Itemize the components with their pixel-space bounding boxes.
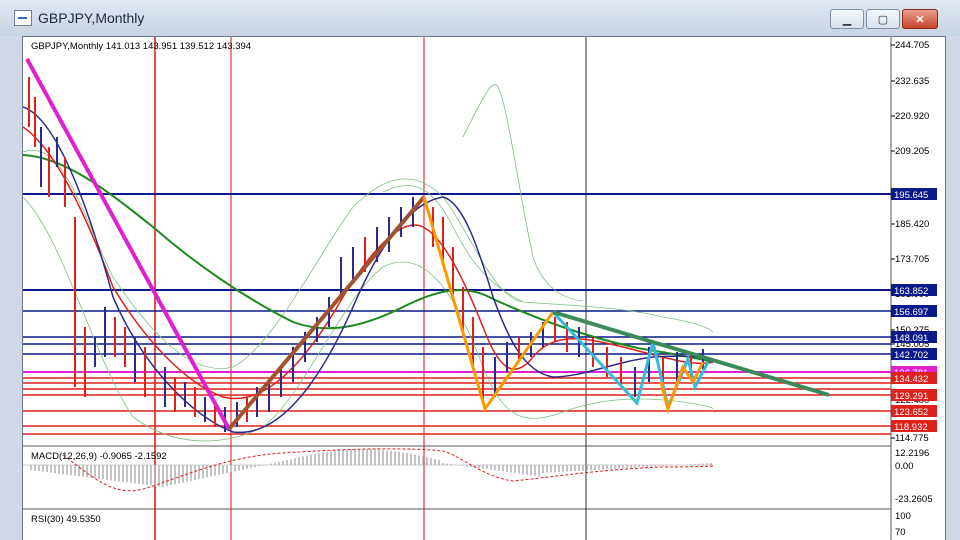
trendline-magenta bbox=[25, 58, 231, 430]
trendline-cyan bbox=[551, 310, 710, 412]
price-level-tag: 142.702 bbox=[894, 350, 928, 361]
window-title: GBPJPY,Monthly bbox=[38, 10, 145, 26]
price-axis-tick: 185.420 bbox=[895, 219, 929, 230]
price-level-tag: 163.852 bbox=[894, 286, 928, 297]
price-axis-tick: 209.205 bbox=[895, 146, 929, 157]
price-axis-tick: 220.920 bbox=[895, 111, 929, 122]
macd-axis-tick: -23.2605 bbox=[895, 494, 933, 505]
price-level-tag: 118.932 bbox=[894, 422, 928, 433]
rsi-label: RSI(30) 49.5350 bbox=[31, 514, 101, 525]
price-level-tag: 156.697 bbox=[894, 307, 928, 318]
rsi-axis: 10070 bbox=[895, 511, 911, 538]
price-level-tag: 134.432 bbox=[894, 374, 928, 385]
close-button[interactable]: ✕ bbox=[902, 9, 938, 29]
minimize-icon: ▁ bbox=[842, 13, 852, 26]
macd-axis-tick: 12.2196 bbox=[895, 448, 929, 459]
macd-label: MACD(12,26,9) -0.9065 -2.1592 bbox=[31, 451, 167, 462]
price-axis-tick: 173.705 bbox=[895, 254, 929, 265]
rsi-axis-tick: 70 bbox=[895, 527, 906, 538]
price-level-tag: 148.091 bbox=[894, 333, 928, 344]
outer-band bbox=[462, 84, 584, 302]
title-bar[interactable]: GBPJPY,Monthly ▁ ▢ ✕ bbox=[0, 0, 960, 36]
chart-window-icon bbox=[14, 10, 32, 26]
chart-header: GBPJPY,Monthly 141.013 143.951 139.512 1… bbox=[31, 41, 251, 52]
price-axis-tick: 114.775 bbox=[895, 433, 929, 444]
price-level-tag: 123.652 bbox=[894, 407, 928, 418]
lower-band bbox=[22, 196, 714, 442]
chart-window: GBPJPY,Monthly ▁ ▢ ✕ GBPJPY,Monthly 141.… bbox=[0, 0, 960, 540]
price-axis-tick: 244.705 bbox=[895, 40, 929, 51]
macd-axis-tick: 0.00 bbox=[895, 461, 914, 472]
macd-axis: 12.2196 0.00 -23.2605 bbox=[895, 448, 933, 505]
maximize-icon: ▢ bbox=[877, 13, 889, 26]
price-level-tag: 129.291 bbox=[894, 391, 928, 402]
rsi-axis-tick: 100 bbox=[895, 511, 911, 522]
price-axis-tick: 232.635 bbox=[895, 76, 929, 87]
close-icon: ✕ bbox=[915, 13, 925, 26]
maximize-button[interactable]: ▢ bbox=[866, 9, 900, 29]
chart-area[interactable]: GBPJPY,Monthly 141.013 143.951 139.512 1… bbox=[22, 36, 946, 540]
price-chart-svg[interactable]: GBPJPY,Monthly 141.013 143.951 139.512 1… bbox=[22, 37, 945, 540]
minimize-button[interactable]: ▁ bbox=[830, 9, 864, 29]
price-level-tag: 195.645 bbox=[894, 190, 928, 201]
trendline-brown bbox=[227, 195, 426, 431]
